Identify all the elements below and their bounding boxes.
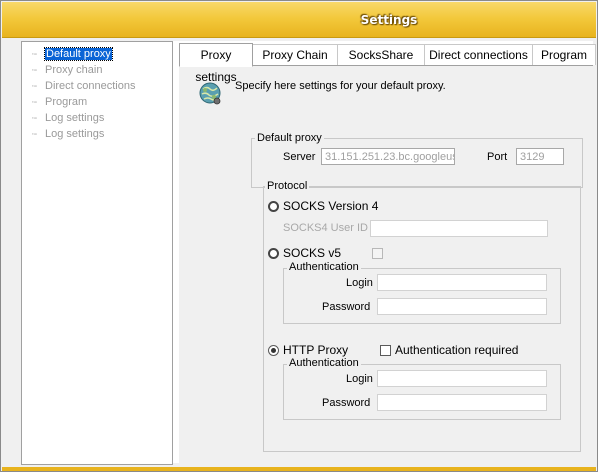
tab-proxy-settings[interactable]: Proxy settings xyxy=(179,43,253,84)
http-proxy-radio[interactable] xyxy=(268,345,279,356)
tab-program[interactable]: Program xyxy=(532,44,596,65)
window-bottom-border xyxy=(2,467,596,471)
tree-connector-icon: ·- xyxy=(31,112,37,124)
http-proxy-label: HTTP Proxy xyxy=(283,343,349,357)
settings-window: Settings ·- Default proxy ·- Proxy chain ·… xyxy=(0,0,598,472)
http-auth-label: Authentication required xyxy=(395,343,519,357)
http-auth-checkbox[interactable] xyxy=(380,345,391,356)
tree-item-direct-connections[interactable]: ·- Direct connections xyxy=(31,78,136,94)
socks5-login-input[interactable] xyxy=(377,274,547,291)
tree-item-default-proxy[interactable]: ·- Default proxy xyxy=(31,46,113,62)
tab-strip: Proxy settings Proxy Chain SocksShare Di… xyxy=(179,43,596,84)
tree-item-label: Program xyxy=(45,96,88,108)
socks4-radio[interactable] xyxy=(268,201,279,212)
tree-connector-icon: ·- xyxy=(31,64,37,76)
tree-item-label: Log settings xyxy=(45,112,105,124)
tree-connector-icon: ·- xyxy=(31,96,37,108)
socks5-auth-legend: Authentication xyxy=(287,261,361,273)
tree-item-log-settings[interactable]: ·- Log settings xyxy=(31,110,104,126)
tab-socksshare[interactable]: SocksShare xyxy=(337,44,425,65)
socks5-login-label: Login xyxy=(346,277,373,289)
socks4-userid-input[interactable] xyxy=(370,220,548,237)
tree-item-label: Proxy chain xyxy=(45,64,103,76)
tab-proxy-chain[interactable]: Proxy Chain xyxy=(252,44,338,65)
tree-item-label: Default proxy xyxy=(44,47,113,61)
socks5-radio[interactable] xyxy=(268,248,279,259)
socks5-password-label: Password xyxy=(322,301,371,313)
socks5-auth-label: Authentication required xyxy=(387,247,501,259)
tree-connector-icon: ·- xyxy=(31,48,37,60)
http-auth-legend: Authentication xyxy=(287,357,361,369)
http-login-input[interactable] xyxy=(377,370,547,387)
socks4-label: SOCKS Version 4 xyxy=(283,199,379,213)
tree-item-proxy-chain[interactable]: ·- Proxy chain xyxy=(31,62,102,78)
port-label: Port xyxy=(487,151,508,163)
proxy-settings-page: Specify here settings for your default p… xyxy=(179,66,593,463)
default-proxy-legend: Default proxy xyxy=(255,132,324,144)
socks5-auth-checkbox[interactable] xyxy=(372,248,383,259)
tree-item-program[interactable]: ·- Program xyxy=(31,94,87,110)
socks4-userid-label: SOCKS4 User ID xyxy=(283,222,368,234)
socks5-password-input[interactable] xyxy=(377,298,547,315)
port-input[interactable]: 3129 xyxy=(516,148,564,165)
http-password-input[interactable] xyxy=(377,394,547,411)
server-label: Server xyxy=(283,151,316,163)
title-bar[interactable]: Settings xyxy=(2,2,596,38)
tree-item-log-settings-2[interactable]: ·- Log settings xyxy=(31,126,104,142)
settings-panel: Proxy settings Proxy Chain SocksShare Di… xyxy=(173,41,596,463)
tree-connector-icon: ·- xyxy=(31,80,37,92)
tree-item-label: Direct connections xyxy=(45,80,136,92)
http-password-label: Password xyxy=(322,397,371,409)
tab-direct-connections[interactable]: Direct connections xyxy=(424,44,533,65)
intro-text: Specify here settings for your default p… xyxy=(235,80,446,92)
http-login-label: Login xyxy=(346,373,373,385)
settings-tree: ·- Default proxy ·- Proxy chain ·- Direct c… xyxy=(21,41,173,465)
window-title: Settings xyxy=(360,13,418,27)
tree-connector-icon: ·- xyxy=(31,128,37,140)
protocol-legend: Protocol xyxy=(265,180,310,192)
window-client-area: ·- Default proxy ·- Proxy chain ·- Direct c… xyxy=(19,41,596,465)
socks5-label: SOCKS v5 xyxy=(283,246,342,260)
tree-item-label: Log settings xyxy=(45,128,105,140)
server-input[interactable]: 31.151.251.23.bc.googleus xyxy=(321,148,455,165)
